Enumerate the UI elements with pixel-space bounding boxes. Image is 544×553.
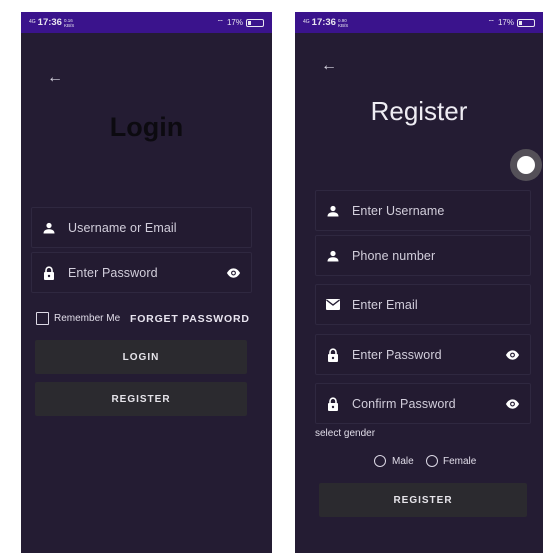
person-icon <box>42 221 56 235</box>
email-field[interactable]: Enter Email <box>315 284 531 325</box>
person-icon <box>326 249 340 263</box>
login-button[interactable]: LOGIN <box>35 340 247 374</box>
status-time: 17:36 <box>311 17 336 28</box>
username-field[interactable]: Enter Username <box>315 190 531 231</box>
page-title: Login <box>109 112 184 142</box>
status-time: 17:36 <box>37 17 62 28</box>
register-button[interactable]: REGISTER <box>35 382 247 416</box>
network-speed: 0.90 KB/S <box>337 17 349 28</box>
username-placeholder: Enter Username <box>352 203 445 218</box>
person-icon <box>326 204 340 218</box>
eye-icon[interactable] <box>505 347 520 362</box>
phone-placeholder: Phone number <box>352 248 436 263</box>
lock-icon <box>326 396 340 411</box>
battery-icon <box>246 18 264 27</box>
username-field[interactable]: Username or Email <box>31 207 252 248</box>
remember-me-label: Remember Me <box>54 313 121 324</box>
password-placeholder: Enter Password <box>68 265 158 280</box>
phone-field[interactable]: Phone number <box>315 235 531 276</box>
eye-icon[interactable] <box>226 265 241 280</box>
register-screen: 4G 17:36 0.90 KB/S ⌔ 17% ← Register Ente… <box>295 12 543 553</box>
register-button[interactable]: REGISTER <box>319 483 527 517</box>
password-field[interactable]: Enter Password <box>31 252 252 293</box>
password-placeholder: Enter Password <box>352 347 442 362</box>
radio-female-label: Female <box>443 456 477 467</box>
battery-percent: 17% <box>226 18 243 27</box>
password-field[interactable]: Enter Password <box>315 334 531 375</box>
mail-icon <box>326 298 340 312</box>
forget-password-link[interactable]: FORGET PASSWORD <box>130 313 250 325</box>
eye-icon[interactable] <box>505 396 520 411</box>
email-placeholder: Enter Email <box>352 297 418 312</box>
confirm-password-field[interactable]: Confirm Password <box>315 383 531 424</box>
status-bar: 4G 17:36 0.16 KB/S ⌔ 17% <box>21 12 272 33</box>
radio-male-label: Male <box>392 456 414 467</box>
confirm-password-placeholder: Confirm Password <box>352 396 456 411</box>
battery-icon <box>517 18 535 27</box>
radio-male[interactable] <box>374 455 386 467</box>
battery-percent: 17% <box>497 18 514 27</box>
remember-me-checkbox[interactable] <box>36 312 49 325</box>
wifi-icon: ⌔ <box>487 17 495 27</box>
page-title: Register <box>370 96 468 126</box>
select-gender-label: select gender <box>315 428 376 439</box>
radio-female[interactable] <box>426 455 438 467</box>
username-placeholder: Username or Email <box>68 220 177 235</box>
lock-icon <box>326 347 340 362</box>
back-arrow-icon[interactable]: ← <box>321 58 337 74</box>
network-indicator: 4G <box>29 19 36 25</box>
lock-icon <box>42 265 56 280</box>
network-indicator: 4G <box>303 19 310 25</box>
network-speed: 0.16 KB/S <box>63 17 75 28</box>
back-arrow-icon[interactable]: ← <box>47 70 63 86</box>
status-bar: 4G 17:36 0.90 KB/S ⌔ 17% <box>295 12 543 33</box>
login-screen: 4G 17:36 0.16 KB/S ⌔ 17% ← Login Usernam… <box>21 12 272 553</box>
floating-toggle-button[interactable] <box>510 149 542 181</box>
wifi-icon: ⌔ <box>216 17 224 27</box>
